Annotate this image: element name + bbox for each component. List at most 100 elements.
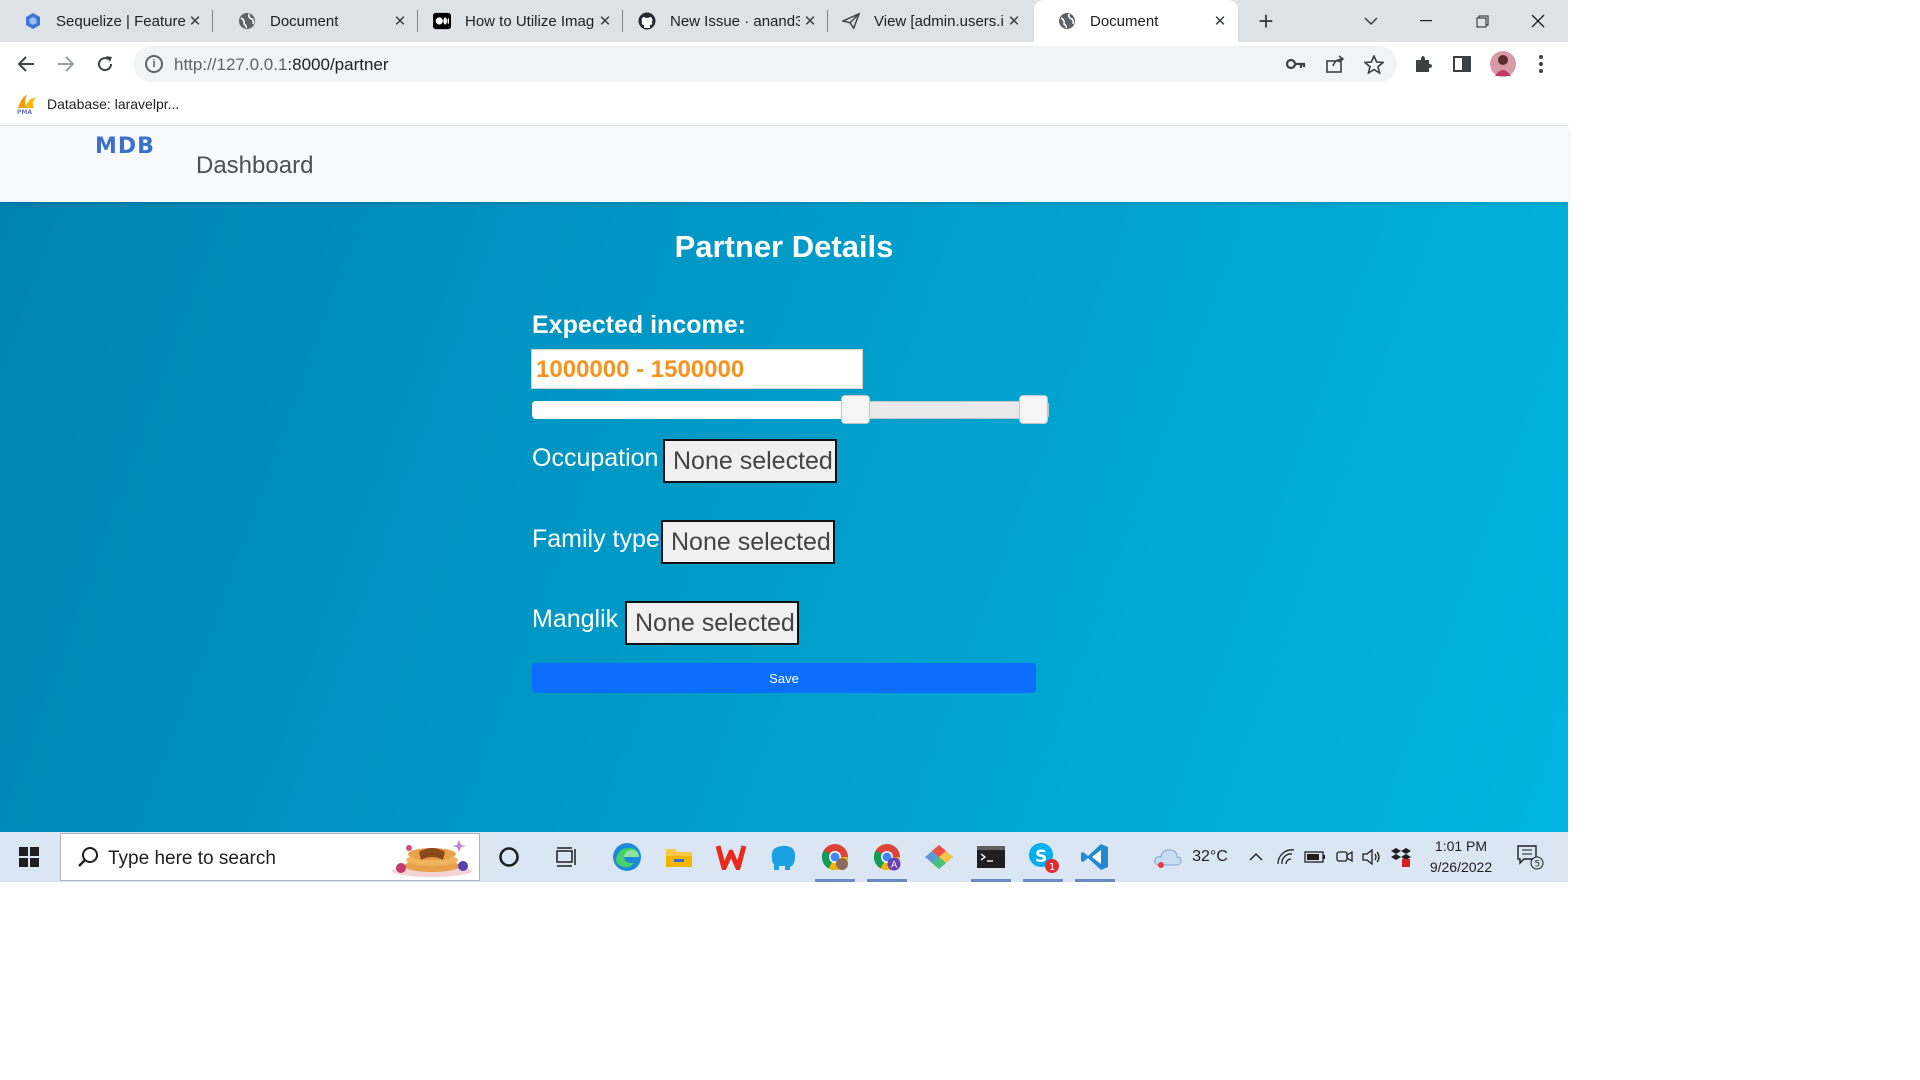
clock-date: 9/26/2022 [1429,859,1493,875]
tab-title: Document [270,12,339,30]
reload-icon[interactable] [91,50,119,78]
browser-tab[interactable]: Document ✕ [214,0,418,42]
browser-tab[interactable]: View [admin.users.i ✕ [818,0,1032,42]
tab-title: How to Utilize Imag [465,12,595,30]
bookmark-item[interactable]: PMA Database: laravelpr... [16,94,179,114]
address-bar[interactable]: i http://127.0.0.1:8000/partner [133,46,1397,82]
mdb-logo[interactable]: MDB [95,134,155,159]
close-tab-icon[interactable]: ✕ [185,11,205,31]
tab-strip: Sequelize | Feature ✕ Document ✕ How to … [0,0,1568,42]
tab-separator [212,10,213,32]
browser-toolbar: i http://127.0.0.1:8000/partner [0,42,1568,86]
save-button[interactable]: Save [532,663,1036,693]
browser-tab-active[interactable]: Document ✕ [1034,0,1238,42]
wps-office-icon[interactable] [707,832,755,882]
slider-range-fill [532,401,856,419]
globe-icon [1058,12,1076,30]
sequelize-icon [24,12,42,30]
close-window-icon[interactable] [1512,0,1564,42]
taskbar-search-box[interactable]: Type here to search [60,833,480,881]
svg-text:PMA: PMA [17,109,32,114]
git-kraken-icon[interactable] [915,832,963,882]
tab-title: View [admin.users.i [874,12,1004,30]
close-tab-icon[interactable]: ✕ [1210,11,1230,31]
occupation-select[interactable]: None selected [663,439,837,483]
temperature-text[interactable]: 32°C [1188,832,1232,882]
tab-title: Sequelize | Feature [56,12,185,30]
taskbar-clock[interactable]: 1:01 PM 9/26/2022 [1416,836,1506,878]
close-tab-icon[interactable]: ✕ [1004,11,1024,31]
postgres-elephant-icon[interactable] [759,832,807,882]
manglik-select[interactable]: None selected [625,601,799,645]
expected-income-field[interactable]: 1000000 - 1500000 [531,349,863,389]
chevron-up-icon[interactable] [1244,832,1268,882]
task-view-icon[interactable] [544,832,592,882]
bookmark-label: Database: laravelpr... [47,96,180,112]
wifi-icon[interactable] [1274,832,1298,882]
forward-arrow-icon[interactable] [52,50,80,78]
tab-search-icon[interactable] [1345,0,1397,42]
notification-center-icon[interactable]: 5 [1510,832,1550,882]
slider-handle-min[interactable] [841,395,870,424]
restore-icon[interactable] [1456,0,1508,42]
tab-title: Document [1090,12,1159,30]
svg-text:A: A [891,861,898,871]
expected-income-label: Expected income: [532,311,746,339]
key-icon[interactable] [1283,51,1309,77]
windows-start-icon[interactable] [0,832,58,882]
close-tab-icon[interactable]: ✕ [800,11,820,31]
phpmyadmin-icon: PMA [17,95,36,114]
site-info-icon[interactable]: i [145,55,163,73]
cortana-icon[interactable] [485,832,533,882]
close-tab-icon[interactable]: ✕ [595,11,615,31]
battery-icon[interactable] [1302,832,1328,882]
paper-plane-icon [842,12,860,30]
meet-now-icon[interactable] [1332,832,1356,882]
manglik-label: Manglik [532,605,619,633]
chrome-profile-icon[interactable]: A [863,832,911,882]
clock-time: 1:01 PM [1434,838,1488,854]
edge-icon[interactable] [603,832,651,882]
browser-tab[interactable]: How to Utilize Imag ✕ [409,0,623,42]
page-content: MDB Dashboard Partner Details Expected i… [0,126,1568,832]
windows-taskbar: Type here to search A S 1 32°C 1:01 PM 9… [0,832,1568,882]
income-range-slider[interactable] [532,395,1049,424]
file-explorer-icon[interactable] [655,832,703,882]
search-icon [78,847,98,867]
skype-badge-count: 1 [1049,862,1055,873]
tab-title: New Issue · anand3 [670,12,800,30]
github-icon [638,12,656,30]
occupation-label: Occupation [532,444,659,472]
family-type-select[interactable]: None selected [661,520,835,564]
browser-tab[interactable]: New Issue · anand3 ✕ [614,0,828,42]
terminal-icon[interactable] [967,832,1015,882]
weather-cloud-icon[interactable] [1150,832,1186,882]
side-panel-icon[interactable] [1449,51,1475,77]
site-navbar: MDB Dashboard [0,126,1568,202]
nav-link-dashboard[interactable]: Dashboard [196,152,313,180]
page-title: Partner Details [674,229,894,264]
share-icon[interactable] [1322,51,1348,77]
skype-icon[interactable]: S1 [1019,832,1067,882]
close-tab-icon[interactable]: ✕ [390,11,410,31]
bookmark-star-icon[interactable] [1361,51,1387,77]
profile-avatar[interactable] [1489,50,1517,78]
medium-icon [433,12,451,30]
globe-icon [238,12,256,30]
url-text: http://127.0.0.1:8000/partner [174,55,389,74]
dropbox-icon[interactable] [1388,832,1414,882]
minimize-icon[interactable] [1400,0,1452,42]
chrome-icon[interactable] [811,832,859,882]
extensions-puzzle-icon[interactable] [1410,51,1436,77]
new-tab-button[interactable]: + [1251,6,1281,36]
bookmarks-bar: PMA Database: laravelpr... [0,86,1568,126]
pancakes-search-highlight-icon [392,840,472,877]
vscode-icon[interactable] [1071,832,1119,882]
family-type-label: Family type [532,525,660,553]
notification-count: 5 [1535,860,1541,870]
back-arrow-icon[interactable] [12,50,40,78]
volume-icon[interactable] [1360,832,1384,882]
slider-handle-max[interactable] [1019,395,1048,424]
browser-tab[interactable]: Sequelize | Feature ✕ [0,0,213,42]
browser-menu-icon[interactable] [1528,51,1554,77]
